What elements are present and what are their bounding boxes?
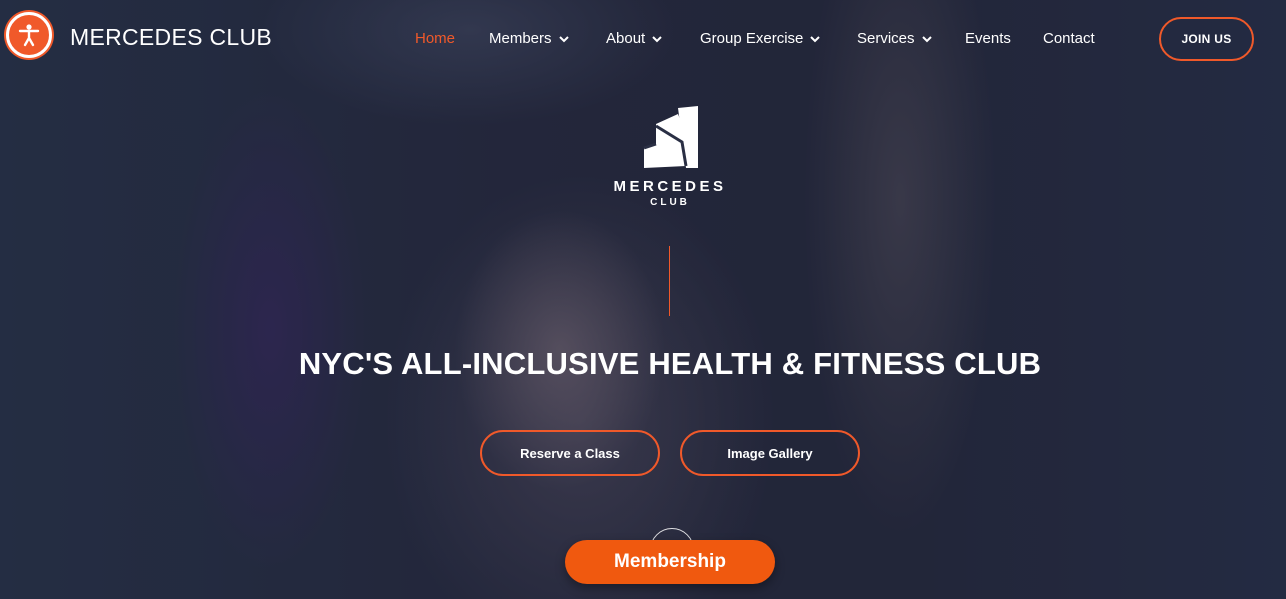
logo-subword: CLUB xyxy=(650,197,690,208)
hero-overlay xyxy=(0,0,1286,599)
accessibility-button[interactable] xyxy=(6,12,52,58)
site-header: MERCEDES CLUB Home Members About Group E… xyxy=(0,0,1286,78)
site-brand[interactable]: MERCEDES CLUB xyxy=(70,24,272,51)
chevron-down-icon xyxy=(921,35,932,42)
nav-about[interactable]: About xyxy=(606,30,663,47)
nav-contact[interactable]: Contact xyxy=(1043,30,1095,47)
mercedes-club-logo-icon xyxy=(643,106,698,168)
image-gallery-button[interactable]: Image Gallery xyxy=(680,430,860,476)
logo-wordmark: MERCEDES xyxy=(613,178,727,195)
vertical-divider xyxy=(669,246,670,316)
nav-contact-label: Contact xyxy=(1043,30,1095,47)
chevron-down-icon xyxy=(810,35,821,42)
nav-about-label: About xyxy=(606,30,646,47)
nav-services[interactable]: Services xyxy=(857,30,933,47)
nav-members[interactable]: Members xyxy=(489,30,570,47)
nav-group-exercise[interactable]: Group Exercise xyxy=(700,30,821,47)
accessibility-person-icon xyxy=(18,24,40,47)
nav-home[interactable]: Home xyxy=(415,30,455,47)
hero-headline: NYC'S ALL-INCLUSIVE HEALTH & FITNESS CLU… xyxy=(298,346,1042,381)
reserve-class-button[interactable]: Reserve a Class xyxy=(480,430,660,476)
nav-events-label: Events xyxy=(965,30,1011,47)
chevron-down-icon xyxy=(652,35,662,42)
nav-home-label: Home xyxy=(415,30,456,47)
nav-members-label: Members xyxy=(489,30,552,47)
membership-button[interactable]: Membership xyxy=(565,540,775,584)
chevron-down-icon xyxy=(558,35,569,42)
nav-services-label: Services xyxy=(857,30,915,47)
join-us-button[interactable]: JOIN US xyxy=(1159,17,1254,61)
nav-group-exercise-label: Group Exercise xyxy=(700,30,804,47)
nav-events[interactable]: Events xyxy=(965,30,1011,47)
